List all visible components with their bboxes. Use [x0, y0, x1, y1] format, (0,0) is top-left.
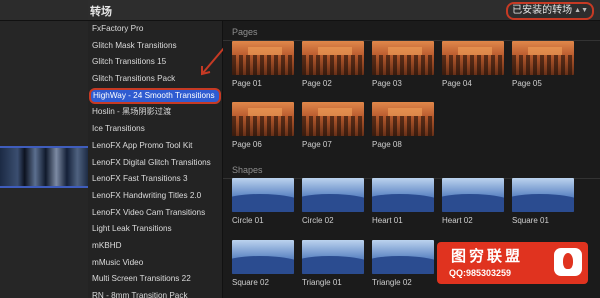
transition-thumbnail[interactable] [372, 102, 434, 136]
watermark-title: 图穷联盟 [451, 248, 524, 265]
watermark-qq: QQ:985303259 [449, 268, 512, 278]
sidebar-item[interactable]: Ice Transitions [88, 121, 222, 138]
transition-thumbnail[interactable] [372, 178, 434, 212]
transition-thumbnail[interactable] [442, 41, 504, 75]
sidebar-item[interactable]: Hoslin - 黑场阴影过渡 [88, 104, 222, 121]
sidebar-item[interactable]: LenoFX App Promo Tool Kit [88, 138, 222, 155]
transition-label: Page 02 [302, 79, 332, 88]
transition-thumbnail[interactable] [442, 178, 504, 212]
transition-label: Circle 01 [232, 216, 264, 225]
timeline-toolbar [0, 0, 88, 21]
section-title: Shapes [232, 165, 263, 175]
sidebar-item[interactable]: LenoFX Fast Transitions 3 [88, 171, 222, 188]
transition-thumbnail[interactable] [302, 102, 364, 136]
sidebar-item[interactable]: LenoFX Video Cam Transitions [88, 205, 222, 222]
transition-label: Page 05 [512, 79, 542, 88]
transition-thumbnail[interactable] [302, 178, 364, 212]
sidebar-item[interactable]: Light Leak Transitions [88, 221, 222, 238]
transition-thumbnail[interactable] [232, 102, 294, 136]
sidebar-item[interactable]: Multi Screen Transitions 22 [88, 271, 222, 288]
transition-label: Heart 01 [372, 216, 403, 225]
flame-logo-icon [554, 248, 582, 276]
sidebar-item[interactable]: HighWay - 24 Smooth Transitions [89, 87, 221, 105]
transitions-header: 转场 已安装的转场 ▲▼ [88, 0, 600, 21]
sidebar-item[interactable]: LenoFX Handwriting Titles 2.0 [88, 188, 222, 205]
chevron-updown-icon: ▲▼ [574, 7, 588, 14]
transition-label: Page 03 [372, 79, 402, 88]
transition-thumbnail[interactable] [512, 178, 574, 212]
transition-thumbnail[interactable] [372, 240, 434, 274]
transition-label: Triangle 01 [302, 278, 342, 287]
transition-label: Square 02 [232, 278, 269, 287]
transition-label: Heart 02 [442, 216, 473, 225]
sidebar-item[interactable]: mMusic Video [88, 255, 222, 272]
sidebar-item[interactable]: mKBHD [88, 238, 222, 255]
transition-label: Circle 02 [302, 216, 334, 225]
section-title: Pages [232, 27, 258, 37]
transition-label: Square 01 [512, 216, 549, 225]
transition-thumbnail[interactable] [232, 41, 294, 75]
transition-thumbnail[interactable] [372, 41, 434, 75]
transition-thumbnail[interactable] [232, 178, 294, 212]
filter-label: 已安装的转场 [512, 5, 573, 16]
sidebar-item[interactable]: RN - 8mm Transition Pack [88, 288, 222, 298]
transition-label: Page 06 [232, 140, 262, 149]
transition-thumbnail[interactable] [512, 41, 574, 75]
transition-label: Triangle 02 [372, 278, 412, 287]
timeline-panel [0, 0, 88, 298]
transition-thumbnail[interactable] [302, 41, 364, 75]
watermark-badge: 图穷联盟 QQ:985303259 [437, 242, 588, 284]
timeline-clip[interactable] [0, 146, 88, 188]
transition-thumbnail[interactable] [302, 240, 364, 274]
transition-thumbnail[interactable] [232, 240, 294, 274]
sidebar-item[interactable]: LenoFX Digital Glitch Transitions [88, 155, 222, 172]
transition-label: Page 04 [442, 79, 472, 88]
transition-label: Page 07 [302, 140, 332, 149]
transition-label: Page 01 [232, 79, 262, 88]
transition-label: Page 08 [372, 140, 402, 149]
sidebar-item[interactable]: FxFactory Pro [88, 21, 222, 38]
panel-title: 转场 [90, 6, 112, 18]
installed-transitions-filter[interactable]: 已安装的转场 ▲▼ [506, 2, 594, 20]
